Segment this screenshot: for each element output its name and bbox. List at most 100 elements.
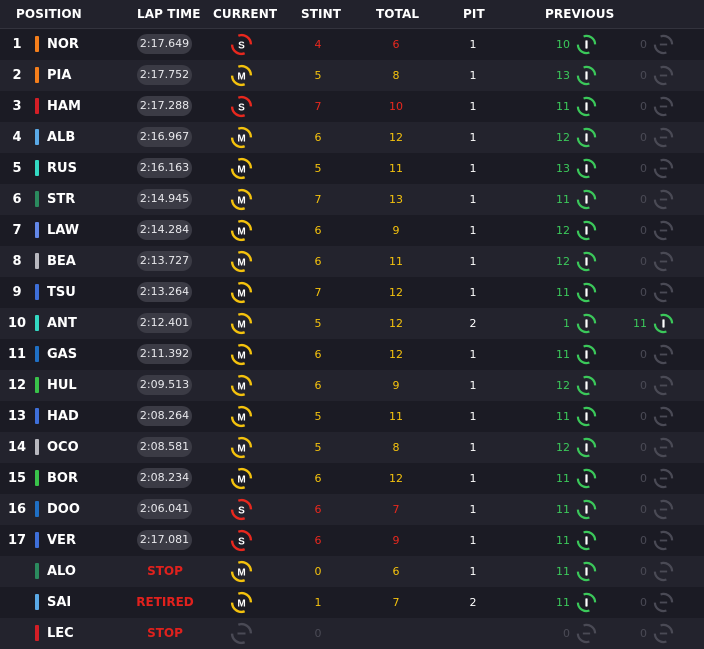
driver-row[interactable]: 16 DOO 2:06.041 S 6 7 1 11 0 [0, 494, 704, 525]
previous-stint-2-laps: 0 [640, 69, 647, 82]
driver-code: BEA [47, 254, 76, 269]
team-color-bar [35, 625, 39, 641]
driver-row[interactable]: 4 ALB 2:16.967 M 6 12 1 12 0 [0, 122, 704, 153]
driver-row[interactable]: 3 HAM 2:17.288 S 7 10 1 11 0 [0, 91, 704, 122]
stint-laps: 5 [314, 162, 322, 175]
driver-row[interactable]: 10 ANT 2:12.401 M 5 12 2 1 11 [0, 308, 704, 339]
lap-time-pill: 2:08.581 [137, 437, 192, 457]
previous-tyre-1-icon [576, 189, 597, 210]
total-laps: 12 [389, 131, 403, 144]
previous-stint-2-laps: 0 [640, 472, 647, 485]
svg-text:M: M [237, 71, 245, 82]
current-tyre-icon: M [230, 436, 253, 459]
pit-count: 1 [469, 69, 477, 82]
svg-text:M: M [237, 350, 245, 361]
pit-count: 1 [469, 534, 477, 547]
lap-time-pill: 2:08.264 [137, 406, 192, 426]
pit-count: 1 [469, 255, 477, 268]
header-previous[interactable]: PREVIOUS [545, 7, 614, 21]
team-color-bar [35, 98, 39, 114]
previous-tyre-1-icon [576, 499, 597, 520]
pit-count: 1 [469, 193, 477, 206]
team-color-bar [35, 253, 39, 269]
total-laps: 7 [392, 596, 400, 609]
lap-time-pill: 2:11.392 [137, 344, 192, 364]
team-color-bar [35, 222, 39, 238]
previous-stint-2-laps: 0 [640, 565, 647, 578]
stint-laps: 5 [314, 317, 322, 330]
driver-row[interactable]: 12 HUL 2:09.513 M 6 9 1 12 0 [0, 370, 704, 401]
pit-count: 1 [469, 348, 477, 361]
driver-row[interactable]: SAI RETIRED M 1 7 2 11 0 [0, 587, 704, 618]
driver-row[interactable]: 13 HAD 2:08.264 M 5 11 1 11 0 [0, 401, 704, 432]
previous-tyre-1-icon [576, 623, 597, 644]
header-stint[interactable]: STINT [301, 7, 341, 21]
current-tyre-icon: M [230, 157, 253, 180]
total-laps: 9 [392, 534, 400, 547]
total-laps: 12 [389, 317, 403, 330]
current-tyre-icon: M [230, 64, 253, 87]
stint-laps: 6 [314, 131, 322, 144]
pit-count: 2 [469, 596, 477, 609]
previous-tyre-1-icon [576, 127, 597, 148]
driver-row[interactable]: 2 PIA 2:17.752 M 5 8 1 13 0 [0, 60, 704, 91]
previous-tyre-2-icon [653, 375, 674, 396]
pit-count: 1 [469, 565, 477, 578]
previous-tyre-2-icon [653, 65, 674, 86]
driver-row[interactable]: 15 BOR 2:08.234 M 6 12 1 11 0 [0, 463, 704, 494]
svg-text:M: M [237, 257, 245, 268]
driver-row[interactable]: 14 OCO 2:08.581 M 5 8 1 12 0 [0, 432, 704, 463]
driver-row[interactable]: 17 VER 2:17.081 S 6 9 1 11 0 [0, 525, 704, 556]
previous-tyre-1-icon [576, 158, 597, 179]
lap-time-pill: 2:09.513 [137, 375, 192, 395]
driver-code: LEC [47, 626, 74, 641]
previous-stint-1-laps: 10 [556, 38, 570, 51]
previous-stint-1-laps: 12 [556, 379, 570, 392]
previous-stint-1-laps: 11 [556, 596, 570, 609]
svg-text:M: M [237, 164, 245, 175]
previous-stint-2-laps: 0 [640, 193, 647, 206]
previous-tyre-1-icon [576, 65, 597, 86]
driver-row[interactable]: 1 NOR 2:17.649 S 4 6 1 10 0 [0, 29, 704, 60]
stint-laps: 6 [314, 503, 322, 516]
driver-row[interactable]: 5 RUS 2:16.163 M 5 11 1 13 0 [0, 153, 704, 184]
pit-count: 1 [469, 224, 477, 237]
header-pit[interactable]: PIT [463, 7, 485, 21]
total-laps: 10 [389, 100, 403, 113]
previous-tyre-1-icon [576, 344, 597, 365]
previous-stint-1-laps: 12 [556, 441, 570, 454]
previous-tyre-2-icon [653, 282, 674, 303]
svg-text:M: M [237, 443, 245, 454]
driver-row[interactable]: 9 TSU 2:13.264 M 7 12 1 11 0 [0, 277, 704, 308]
team-color-bar [35, 501, 39, 517]
header-current[interactable]: CURRENT [213, 7, 277, 21]
driver-row[interactable]: 11 GAS 2:11.392 M 6 12 1 11 0 [0, 339, 704, 370]
driver-row[interactable]: 6 STR 2:14.945 M 7 13 1 11 0 [0, 184, 704, 215]
previous-stint-1-laps: 0 [563, 627, 570, 640]
stint-laps: 7 [314, 193, 322, 206]
previous-tyre-1-icon [576, 406, 597, 427]
driver-code: ALO [47, 564, 76, 579]
previous-stint-2-laps: 0 [640, 441, 647, 454]
team-color-bar [35, 532, 39, 548]
driver-row[interactable]: ALO STOP M 0 6 1 11 0 [0, 556, 704, 587]
previous-tyre-1-icon [576, 282, 597, 303]
previous-stint-1-laps: 11 [556, 348, 570, 361]
driver-row[interactable]: LEC STOP 0 0 0 [0, 618, 704, 649]
driver-row[interactable]: 8 BEA 2:13.727 M 6 11 1 12 0 [0, 246, 704, 277]
header-position[interactable]: POSITION [16, 7, 82, 21]
previous-stint-1-laps: 11 [556, 410, 570, 423]
current-tyre-icon: M [230, 591, 253, 614]
driver-row[interactable]: 7 LAW 2:14.284 M 6 9 1 12 0 [0, 215, 704, 246]
status-label: RETIRED [136, 595, 194, 609]
driver-code: STR [47, 192, 76, 207]
total-laps: 12 [389, 286, 403, 299]
position-number: 16 [7, 502, 27, 517]
driver-code: HUL [47, 378, 77, 393]
header-lap-time[interactable]: LAP TIME [137, 7, 201, 21]
lap-time-pill: 2:16.967 [137, 127, 192, 147]
status-label: STOP [147, 626, 183, 640]
previous-stint-2-laps: 0 [640, 162, 647, 175]
current-tyre-icon: S [230, 498, 253, 521]
header-total[interactable]: TOTAL [376, 7, 419, 21]
